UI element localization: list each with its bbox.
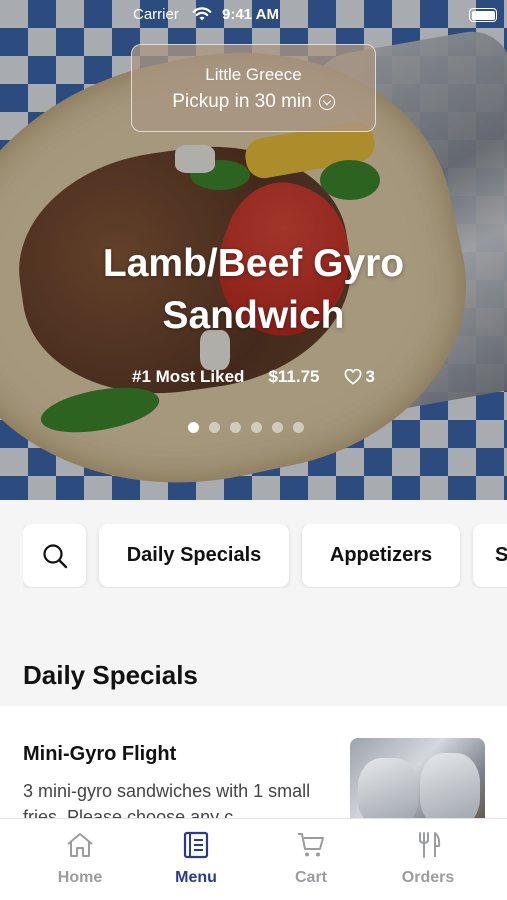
tab-orders-label: Orders (401, 869, 455, 886)
fork-knife-icon (419, 832, 441, 858)
featured-title-line2: Sandwich (162, 294, 345, 337)
tab-home-label: Home (57, 869, 103, 886)
carousel-dot[interactable] (188, 422, 199, 433)
featured-title-line1: Lamb/Beef Gyro (102, 242, 405, 285)
tab-home[interactable]: Home (35, 831, 125, 887)
status-bar: Carrier 9:41 AM (0, 0, 507, 30)
like-count: 3 (365, 367, 375, 386)
location-selector[interactable]: Little Greece Pickup in 30 min (131, 44, 376, 132)
carousel-dot[interactable] (272, 422, 283, 433)
tab-orders[interactable]: Orders (383, 831, 473, 887)
carousel-dot[interactable] (230, 422, 241, 433)
battery-icon (469, 8, 497, 22)
category-chip-appetizers[interactable]: Appetizers (302, 524, 460, 587)
carousel-dot[interactable] (293, 422, 304, 433)
wifi-icon (192, 7, 212, 21)
menu-item-name: Mini-Gyro Flight (23, 743, 177, 765)
search-icon (42, 543, 67, 568)
section-title: Daily Specials (23, 660, 198, 690)
carousel-dots[interactable] (188, 422, 304, 433)
like-button[interactable]: 3 (344, 367, 375, 387)
search-button[interactable] (23, 524, 86, 587)
tab-bar: Home Menu Cart Orders (0, 818, 507, 900)
category-chip-partial[interactable]: S (473, 524, 507, 587)
home-icon (67, 833, 93, 857)
cart-icon (298, 833, 324, 857)
category-chip-daily-specials[interactable]: Daily Specials (99, 524, 289, 587)
menu-item-card[interactable]: Mini-Gyro Flight 3 mini-gyro sandwiches … (0, 706, 507, 838)
pickup-label: Pickup in 30 min (172, 91, 312, 112)
featured-item-title[interactable]: Lamb/Beef Gyro Sandwich (0, 238, 507, 342)
tab-menu[interactable]: Menu (151, 831, 241, 887)
category-strip[interactable]: Daily Specials Appetizers S (23, 524, 507, 588)
most-liked-badge: #1 Most Liked (132, 367, 245, 386)
carousel-dot[interactable] (209, 422, 220, 433)
tab-menu-label: Menu (175, 869, 217, 886)
restaurant-name: Little Greece (205, 65, 302, 84)
tab-cart[interactable]: Cart (266, 831, 356, 887)
chevron-down-icon (318, 94, 335, 110)
pickup-time: Pickup in 30 min (172, 91, 335, 113)
carrier-label: Carrier (133, 6, 179, 23)
heart-icon (344, 369, 361, 385)
featured-price: $11.75 (268, 367, 320, 386)
featured-item-meta: #1 Most Liked $11.75 3 (0, 367, 507, 387)
clock: 9:41 AM (222, 6, 279, 23)
menu-book-icon (183, 831, 209, 859)
carousel-dot[interactable] (251, 422, 262, 433)
tab-cart-label: Cart (294, 869, 327, 886)
